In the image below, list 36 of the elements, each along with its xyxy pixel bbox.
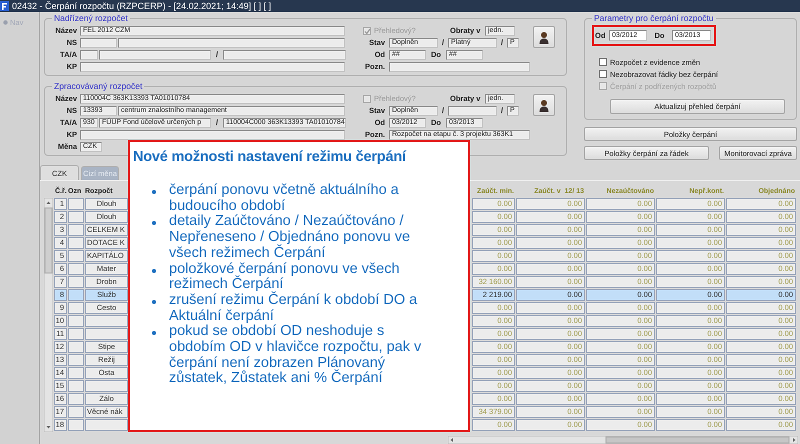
person-button[interactable] [533,26,555,48]
note-title: Nové možnosti nastavení režimu čerpání [133,149,408,166]
text-field[interactable] [448,106,497,116]
group-legend: Parametry pro čerpání rozpočtu [592,13,716,24]
app-icon [0,1,9,11]
person-icon [538,98,550,112]
bullet-icon [152,331,156,336]
text-field[interactable] [389,62,530,72]
text-field[interactable] [80,62,345,72]
separator-label: / [440,38,446,48]
separator-label: / [500,106,504,116]
group-legend: Zpracovávaný rozpočet [52,81,144,92]
text-field[interactable] [99,50,211,60]
text-field[interactable] [118,38,345,48]
text-field[interactable] [80,130,345,140]
group-legend: Nadřízený rozpočet [52,13,130,24]
dot-icon [3,20,8,25]
bullet-icon [152,300,156,304]
separator-label: / [500,38,504,48]
bullet-text: pokud se období OD neshoduje s obdobím OD v hlavičce rozpočtu, pak v čerpání není zobrazen Plánovaný zůstatek, Zůstatek ani % Čerpání [169,324,422,388]
checkbox[interactable] [599,58,607,66]
person-icon [538,30,550,44]
separator-label: / [214,50,220,60]
vertical-scrollbar[interactable] [44,198,53,432]
bullet-icon [152,190,156,194]
bullet-icon [152,221,156,226]
checkbox[interactable] [599,70,607,78]
person-button[interactable] [533,94,555,116]
separator-label: / [440,106,446,116]
separator-label: / [214,118,220,128]
window-title: 02432 - Čerpání rozpočtu (RZPCERP) - [24.02.2021; 14:49] [ ] [ ] [12,0,272,12]
text-field[interactable] [80,50,98,60]
text-field[interactable] [80,38,117,48]
bullet-icon [152,268,156,273]
horizontal-scrollbar[interactable] [448,436,798,444]
text-field[interactable] [223,50,346,60]
